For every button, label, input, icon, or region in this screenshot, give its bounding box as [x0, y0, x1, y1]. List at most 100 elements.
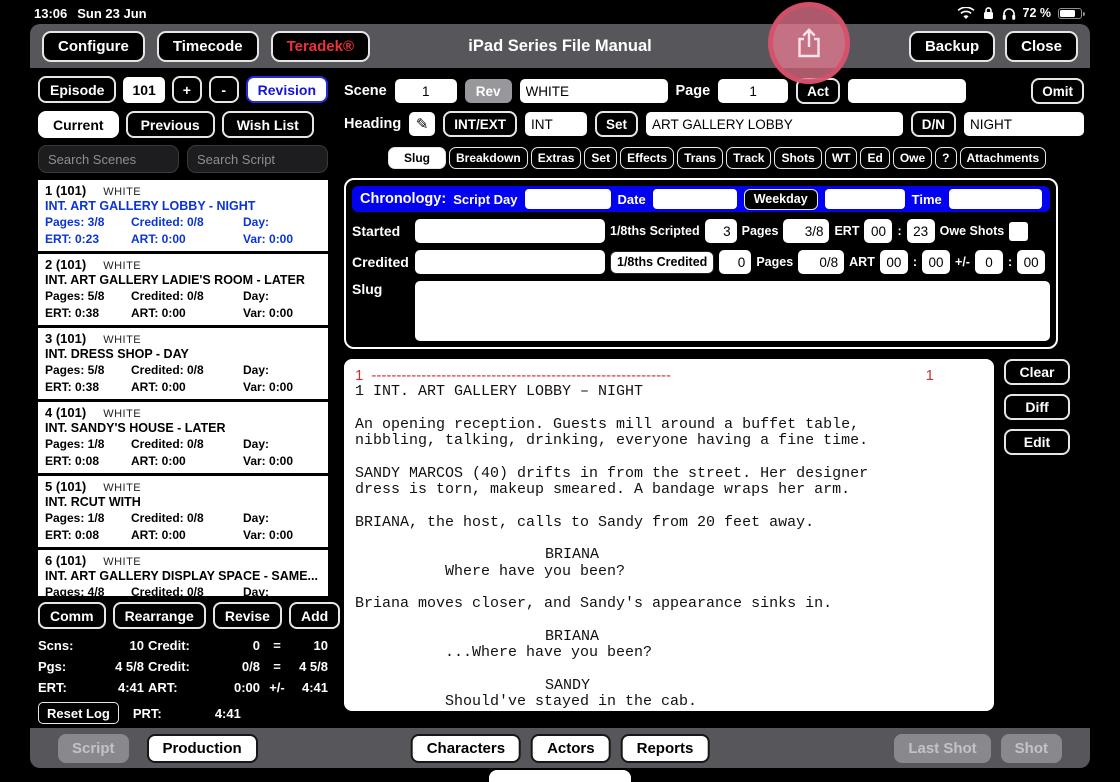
ert-minutes-input[interactable]: [906, 219, 935, 243]
timecode-button[interactable]: Timecode: [156, 30, 259, 62]
int-ext-input[interactable]: [524, 112, 587, 136]
heading-label: Heading: [344, 116, 402, 132]
script-dialogue-line: Should've stayed in the cab.: [445, 692, 698, 710]
tab-effects[interactable]: Effects: [620, 147, 675, 169]
tab-question-mark[interactable]: ?: [935, 147, 957, 169]
scene-pages: Pages: 5/8: [45, 289, 105, 303]
totals-cell: 10: [313, 638, 328, 653]
started-input[interactable]: [415, 219, 605, 243]
eighths-scripted-input[interactable]: [704, 219, 737, 243]
set-input[interactable]: [645, 112, 903, 136]
script-day-input[interactable]: [524, 189, 611, 209]
tab-current[interactable]: Current: [38, 111, 119, 138]
totals-cell: 10: [129, 638, 144, 653]
scene-list[interactable]: 1 (101) WHITE INT. ART GALLERY LOBBY - NIG…: [38, 180, 328, 596]
tab-wt[interactable]: WT: [824, 147, 858, 169]
time-input[interactable]: [948, 189, 1042, 209]
share-button[interactable]: [794, 27, 824, 59]
scene-number: 6 (101): [45, 553, 87, 568]
scene-number-input[interactable]: [394, 79, 457, 103]
tab-attachments[interactable]: Attachments: [959, 147, 1047, 169]
tab-shots[interactable]: Shots: [774, 147, 822, 169]
script-button[interactable]: Script: [58, 733, 129, 763]
shot-button[interactable]: Shot: [1000, 733, 1062, 763]
scene-color-input[interactable]: [519, 79, 668, 103]
scene-card[interactable]: 5 (101) WHITE INT. RCUT WITH Pages: 1/8 Cred…: [38, 476, 328, 547]
rearrange-button[interactable]: Rearrange: [112, 602, 206, 629]
last-shot-button[interactable]: Last Shot: [894, 733, 991, 763]
tab-extras[interactable]: Extras: [530, 147, 582, 169]
episode-plus-button[interactable]: +: [171, 76, 202, 103]
close-button[interactable]: Close: [1005, 30, 1078, 62]
revise-button[interactable]: Revise: [212, 602, 282, 629]
tab-wish-list[interactable]: Wish List: [221, 111, 314, 138]
episode-minus-button[interactable]: -: [208, 76, 239, 103]
tab-ed[interactable]: Ed: [860, 147, 890, 169]
pages-scripted-label: Pages: [741, 224, 779, 238]
page-input[interactable]: [718, 79, 789, 103]
slug-textarea[interactable]: [415, 281, 1050, 341]
script-blank-line: [355, 580, 986, 596]
search-scenes-input[interactable]: [38, 145, 179, 173]
scene-pages: Pages: 1/8: [45, 511, 105, 525]
art-hours-input[interactable]: [879, 250, 908, 274]
slug-row: Slug: [352, 281, 1050, 341]
credited-input[interactable]: [415, 250, 605, 274]
scene-day: Day:: [243, 215, 270, 229]
act-input[interactable]: [847, 79, 966, 103]
diff-button[interactable]: Diff: [1004, 394, 1070, 420]
int-ext-button[interactable]: INT/EXT: [443, 111, 517, 137]
reset-log-button[interactable]: Reset Log: [38, 702, 119, 724]
tab-slug[interactable]: Slug: [388, 147, 446, 169]
heading-edit-icon[interactable]: ✎: [409, 112, 436, 136]
date-input[interactable]: [652, 189, 737, 209]
edit-button[interactable]: Edit: [1004, 429, 1070, 455]
scene-card[interactable]: 1 (101) WHITE INT. ART GALLERY LOBBY - NIG…: [38, 180, 328, 251]
owe-shots-checkbox[interactable]: [1009, 221, 1029, 241]
weekday-button[interactable]: Weekday: [743, 188, 818, 210]
pages-scripted-input[interactable]: [783, 219, 830, 243]
scene-var: Var: 0:00: [243, 380, 294, 394]
script-page[interactable]: 1 ---------------------------------------…: [344, 359, 994, 711]
tab-track[interactable]: Track: [726, 147, 772, 169]
scene-card[interactable]: 4 (101) WHITE INT. SANDY'S HOUSE - LATER Pa…: [38, 402, 328, 473]
backup-button[interactable]: Backup: [908, 30, 996, 62]
scene-revision-color: WHITE: [103, 260, 142, 272]
scene-separator: 1 ---------------------------------------…: [355, 367, 934, 384]
set-button[interactable]: Set: [594, 111, 638, 137]
eighths-credited-input[interactable]: [719, 250, 752, 274]
home-indicator[interactable]: [489, 770, 631, 782]
reports-button[interactable]: Reports: [620, 733, 710, 763]
clear-button[interactable]: Clear: [1004, 359, 1070, 385]
scene-card[interactable]: 3 (101) WHITE INT. DRESS SHOP - DAY Pages: …: [38, 328, 328, 399]
scene-card[interactable]: 2 (101) WHITE INT. ART GALLERY LADIE'S ROO…: [38, 254, 328, 325]
actors-button[interactable]: Actors: [531, 733, 611, 763]
scene-card[interactable]: 6 (101) WHITE INT. ART GALLERY DISPLAY SPA…: [38, 550, 328, 596]
tab-trans[interactable]: Trans: [677, 147, 724, 169]
weekday-input[interactable]: [824, 189, 905, 209]
comm-button[interactable]: Comm: [38, 602, 106, 629]
production-button[interactable]: Production: [146, 733, 258, 763]
episode-button[interactable]: Episode: [38, 76, 117, 103]
tab-breakdown[interactable]: Breakdown: [449, 147, 528, 169]
variance-hours-input[interactable]: [974, 250, 1003, 274]
characters-button[interactable]: Characters: [410, 733, 522, 763]
omit-button[interactable]: Omit: [1031, 78, 1084, 104]
teradek-button[interactable]: Teradek®: [270, 30, 371, 62]
tab-previous[interactable]: Previous: [125, 111, 215, 138]
episode-number-input[interactable]: [123, 76, 165, 103]
eighths-credited-button[interactable]: 1/8ths Credited: [610, 250, 715, 274]
scene-row: Scene Rev Page Act Omit: [344, 78, 1084, 104]
search-script-input[interactable]: [187, 145, 328, 173]
pages-credited-input[interactable]: [798, 250, 845, 274]
configure-button[interactable]: Configure: [42, 30, 145, 62]
art-minutes-input[interactable]: [922, 250, 951, 274]
variance-minutes-input[interactable]: [1017, 250, 1046, 274]
tab-owe[interactable]: Owe: [892, 147, 933, 169]
rev-button[interactable]: Rev: [464, 79, 512, 103]
dn-button[interactable]: D/N: [910, 111, 956, 137]
dn-input[interactable]: [964, 112, 1084, 136]
revision-button[interactable]: Revision: [245, 76, 328, 103]
tab-set[interactable]: Set: [584, 147, 618, 169]
ert-hours-input[interactable]: [864, 219, 893, 243]
